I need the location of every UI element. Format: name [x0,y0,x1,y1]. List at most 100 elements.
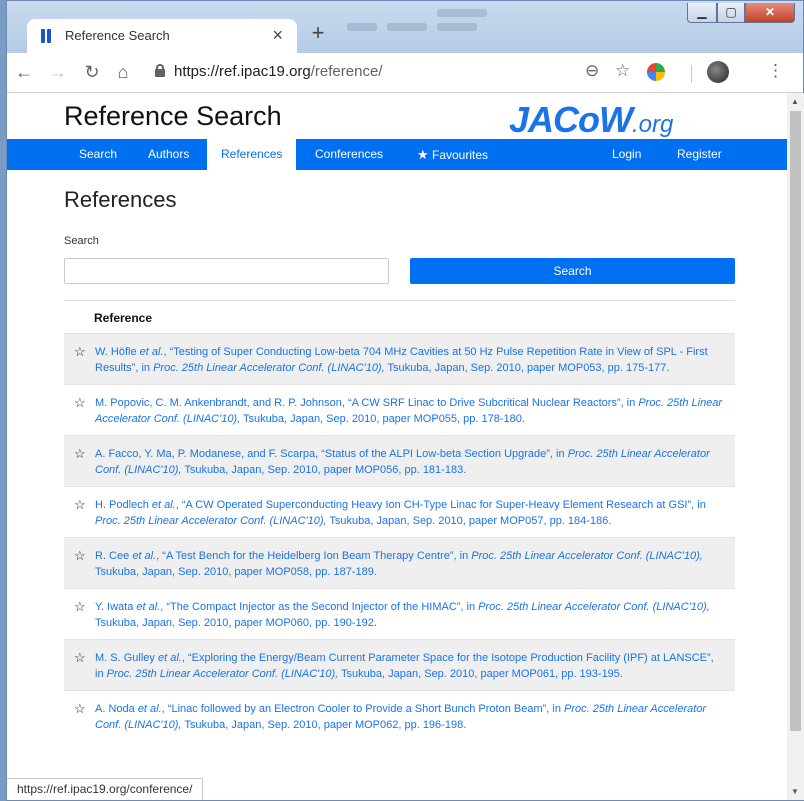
close-window-icon[interactable]: ✕ [745,3,795,23]
reference-row[interactable]: ☆ H. Podlech et al., “A CW Operated Super… [64,486,735,537]
ref-etal: et al. [139,346,164,358]
nav-conferences[interactable]: Conferences [301,139,397,170]
nav-authors[interactable]: Authors [134,139,203,170]
ref-title: , “Status of the ALPI Low-beta Section U… [315,448,568,460]
vertical-scrollbar[interactable]: ▲ ▼ [787,93,804,800]
ref-details: Tsukuba, Japan, Sep. 2010, paper MOP053,… [384,362,670,374]
reload-icon[interactable]: ↻ [81,62,103,83]
reference-row[interactable]: ☆ A. Noda et al., “Linac followed by an E… [64,690,735,741]
maximize-icon[interactable]: ▢ [717,3,745,23]
ref-title: , “Linac followed by an Electron Cooler … [161,703,564,715]
ref-authors: M. Popovic, C. M. Ankenbrandt, and R. P.… [95,397,342,409]
favourites-star-icon: ★ [417,147,429,162]
menu-kebab-icon[interactable]: ⋮ [767,61,784,81]
ref-etal: et al. [137,703,162,715]
logo-suffix: .org [632,111,674,138]
new-tab-button[interactable]: + [305,21,331,47]
site-title: Reference Search [64,101,282,131]
back-icon[interactable]: ← [13,62,35,83]
scroll-down-icon[interactable]: ▼ [791,787,799,796]
address-bar[interactable]: https://ref.ipac19.org/reference/ [174,63,382,80]
ref-proceedings: Proc. 25th Linear Accelerator Conf. (LIN… [153,362,385,374]
forward-icon[interactable]: → [47,62,69,83]
ref-etal: et al. [136,601,161,613]
ref-title: , “A Test Bench for the Heidelberg Ion B… [156,550,472,562]
home-icon[interactable]: ⌂ [112,62,134,83]
url-host: https://ref.ipac19.org [174,63,311,80]
ref-details: Tsukuba, Japan, Sep. 2010, paper MOP061,… [338,668,623,680]
ref-proceedings: Proc. 25th Linear Accelerator Conf. (LIN… [478,601,710,613]
profile-avatar[interactable] [707,61,729,83]
favourite-star-icon[interactable]: ☆ [74,344,86,360]
favourite-star-icon[interactable]: ☆ [74,701,86,717]
logo-main: JACoW [509,99,633,140]
jacow-favicon-icon [41,29,53,43]
nav-register[interactable]: Register [663,139,736,170]
page-heading: References [64,187,177,212]
ref-authors: M. S. Gulley [95,652,155,664]
extension-icon[interactable] [647,63,665,81]
ref-etal: et al. [132,550,157,562]
ref-details: Tsukuba, Japan, Sep. 2010, paper MOP060,… [95,617,377,629]
tab-title: Reference Search [65,28,170,43]
favourite-star-icon[interactable]: ☆ [74,599,86,615]
ref-title: , “A CW Operated Superconducting Heavy I… [175,499,706,511]
reference-row[interactable]: ☆ R. Cee et al., “A Test Bench for the He… [64,537,735,588]
browser-tab[interactable]: Reference Search × [27,19,297,53]
reference-row[interactable]: ☆ A. Facco, Y. Ma, P. Modanese, and F. Sc… [64,435,735,486]
nav-references[interactable]: References [207,139,297,170]
nav-login[interactable]: Login [598,139,655,170]
favourite-star-icon[interactable]: ☆ [74,395,86,411]
zoom-icon[interactable]: ⊖ [585,61,599,81]
minimize-icon[interactable]: ▁ [687,3,717,23]
favourite-star-icon[interactable]: ☆ [74,446,86,462]
url-path: /reference/ [310,63,383,80]
nav-search[interactable]: Search [65,139,131,170]
scroll-up-icon[interactable]: ▲ [791,97,799,106]
ref-authors: A. Noda [95,703,135,715]
title-bar: Reference Search × + ▁ ▢ ✕ [7,1,803,53]
ref-etal: et al. [157,652,182,664]
reference-row[interactable]: ☆ M. Popovic, C. M. Ankenbrandt, and R. P… [64,384,735,435]
search-input[interactable] [64,258,389,284]
scroll-thumb[interactable] [790,111,801,731]
browser-window: Reference Search × + ▁ ▢ ✕ ← → ↻ ⌂ https… [6,0,804,801]
ref-authors: Y. Iwata [95,601,134,613]
page-viewport: Reference Search JACoW.org Search Author… [7,93,787,800]
ref-authors: W. Höfle [95,346,137,358]
ref-proceedings: Proc. 25th Linear Accelerator Conf. (LIN… [95,515,327,527]
tab-close-icon[interactable]: × [272,25,283,46]
status-bar-url: https://ref.ipac19.org/conference/ [7,778,204,800]
favourite-star-icon[interactable]: ☆ [74,650,86,666]
reference-row[interactable]: ☆ Y. Iwata et al., “The Compact Injector … [64,588,735,639]
favourite-star-icon[interactable]: ☆ [74,548,86,564]
ref-details: Tsukuba, Japan, Sep. 2010, paper MOP055,… [240,413,525,425]
ref-title: , “The Compact Injector as the Second In… [160,601,479,613]
favourite-star-icon[interactable]: ☆ [74,497,86,513]
ref-details: Tsukuba, Japan, Sep. 2010, paper MOP057,… [326,515,612,527]
lock-icon[interactable] [155,64,165,77]
ref-authors: R. Cee [95,550,130,562]
ref-proceedings: Proc. 25th Linear Accelerator Conf. (LIN… [471,550,703,562]
divider [64,300,735,301]
search-button[interactable]: Search [410,258,735,284]
ref-details: Tsukuba, Japan, Sep. 2010, paper MOP062,… [181,719,467,731]
ref-title: , “A CW SRF Linac to Drive Subcritical N… [341,397,639,409]
reference-list: ☆ W. Höfle et al., “Testing of Super Cond… [64,333,735,741]
reference-row[interactable]: ☆ W. Höfle et al., “Testing of Super Cond… [64,333,735,384]
browser-toolbar: ← → ↻ ⌂ https://ref.ipac19.org/reference… [7,53,803,93]
toolbar-divider [691,65,692,83]
nav-favourites-label: Favourites [432,148,489,162]
search-label: Search [64,235,99,247]
main-navbar: Search Authors References Conferences ★ … [7,139,787,170]
ref-authors: A. Facco, Y. Ma, P. Modanese, and F. Sca… [95,448,316,460]
reference-row[interactable]: ☆ M. S. Gulley et al., “Exploring the Ene… [64,639,735,690]
bookmark-star-icon[interactable]: ☆ [615,61,630,81]
nav-favourites[interactable]: ★ Favourites [403,139,502,170]
reference-column-header: Reference [94,311,153,325]
background-windows [337,5,517,35]
jacow-logo[interactable]: JACoW.org [509,99,673,141]
ref-proceedings: Proc. 25th Linear Accelerator Conf. (LIN… [106,668,339,680]
ref-details: Tsukuba, Japan, Sep. 2010, paper MOP058,… [95,566,377,578]
ref-etal: et al. [151,499,176,511]
